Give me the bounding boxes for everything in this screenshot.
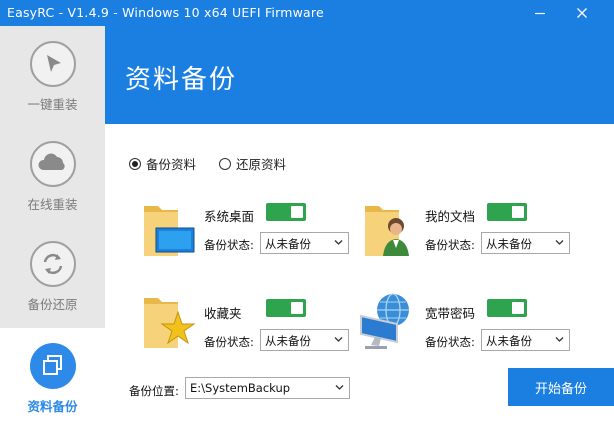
chevron-down-icon bbox=[335, 385, 344, 390]
title-bar: EasyRC - V1.4.9 - Windows 10 x64 UEFI Fi… bbox=[0, 0, 614, 26]
dropdown-value: 从未备份 bbox=[265, 334, 311, 348]
minimize-button[interactable] bbox=[526, 0, 554, 26]
toggle-knob bbox=[291, 302, 303, 314]
radio-restore-data[interactable]: 还原资料 bbox=[219, 154, 286, 173]
radio-backup-data[interactable]: 备份资料 bbox=[129, 154, 196, 173]
cursor-arrow-icon bbox=[47, 55, 61, 72]
favorites-toggle[interactable] bbox=[266, 299, 306, 317]
item-name: 宽带密码 bbox=[425, 306, 476, 321]
status-label: 备份状态: bbox=[425, 335, 475, 349]
backup-location-label: 备份位置: bbox=[129, 384, 179, 398]
status-label: 备份状态: bbox=[425, 238, 475, 252]
status-label: 备份状态: bbox=[204, 335, 254, 349]
documents-toggle[interactable] bbox=[487, 203, 527, 221]
close-button[interactable] bbox=[568, 0, 596, 26]
dropdown-value: 从未备份 bbox=[486, 334, 532, 348]
sidebar-item-online-reinstall[interactable]: 在线重装 bbox=[0, 126, 105, 226]
dropdown-value: 从未备份 bbox=[486, 237, 532, 251]
sidebar-item-label: 一键重装 bbox=[27, 97, 78, 112]
sidebar-item-one-click-reinstall[interactable]: 一键重装 bbox=[0, 26, 105, 126]
nav-icon-circle bbox=[30, 343, 76, 389]
radio-label: 备份资料 bbox=[146, 157, 197, 172]
cloud-icon bbox=[38, 153, 65, 170]
chevron-down-icon bbox=[555, 337, 564, 342]
folder-star-icon bbox=[144, 298, 196, 348]
minimize-icon bbox=[535, 12, 545, 15]
sidebar: 一键重装 在线重装 备份还原 资料备份 bbox=[0, 26, 105, 428]
page-header: 资料备份 bbox=[105, 26, 614, 124]
main-content: 备份资料 还原资料 系统桌面 备份状态: 从未备份 我的文档 备份状态: 从未备… bbox=[105, 124, 614, 428]
sidebar-item-backup-restore[interactable]: 备份还原 bbox=[0, 226, 105, 326]
status-label: 备份状态: bbox=[204, 238, 254, 252]
copy-squares-icon bbox=[43, 355, 62, 375]
folder-desktop-icon bbox=[144, 206, 195, 256]
desktop-toggle[interactable] bbox=[266, 203, 306, 221]
radio-dot bbox=[129, 157, 141, 170]
chevron-down-icon bbox=[334, 337, 343, 342]
radio-dot bbox=[219, 157, 231, 170]
page-title: 资料备份 bbox=[125, 65, 238, 95]
folder-user-icon bbox=[365, 206, 409, 256]
chevron-down-icon bbox=[334, 240, 343, 245]
item-name: 系统桌面 bbox=[204, 209, 255, 224]
nav-icon-circle bbox=[30, 141, 76, 187]
sidebar-item-label: 在线重装 bbox=[27, 197, 78, 212]
refresh-arrows-icon bbox=[43, 253, 63, 275]
chevron-down-icon bbox=[555, 240, 564, 245]
item-name: 收藏夹 bbox=[204, 306, 242, 321]
toggle-knob bbox=[512, 302, 524, 314]
sidebar-item-data-backup[interactable]: 资料备份 bbox=[0, 328, 105, 428]
nav-icon-circle bbox=[30, 41, 76, 87]
toggle-knob bbox=[512, 206, 524, 218]
broadband-toggle[interactable] bbox=[487, 299, 527, 317]
sidebar-item-label: 备份还原 bbox=[27, 297, 78, 312]
window-title: EasyRC - V1.4.9 - Windows 10 x64 UEFI Fi… bbox=[7, 5, 324, 20]
toggle-knob bbox=[291, 206, 303, 218]
dropdown-value: E:\SystemBackup bbox=[190, 381, 291, 395]
item-name: 我的文档 bbox=[425, 209, 476, 224]
close-icon bbox=[577, 8, 587, 18]
broadband-status-dropdown[interactable]: 从未备份 bbox=[481, 329, 570, 351]
sidebar-item-label: 资料备份 bbox=[27, 399, 78, 414]
desktop-status-dropdown[interactable]: 从未备份 bbox=[260, 232, 349, 254]
nav-icon-circle bbox=[30, 241, 76, 287]
radio-label: 还原资料 bbox=[236, 157, 287, 172]
globe-monitor-icon bbox=[360, 293, 409, 349]
start-backup-button[interactable]: 开始备份 bbox=[508, 368, 614, 406]
favorites-status-dropdown[interactable]: 从未备份 bbox=[260, 329, 349, 351]
dropdown-value: 从未备份 bbox=[265, 237, 311, 251]
backup-location-dropdown[interactable]: E:\SystemBackup bbox=[185, 377, 350, 399]
documents-status-dropdown[interactable]: 从未备份 bbox=[481, 232, 570, 254]
